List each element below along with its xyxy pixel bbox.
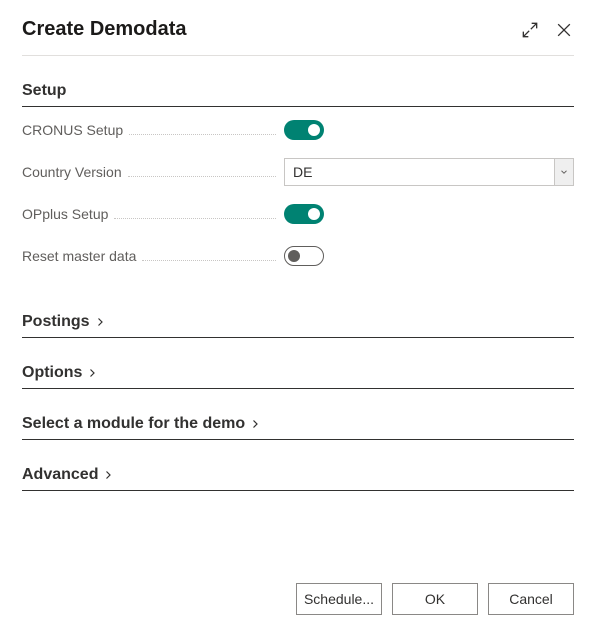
header-divider <box>22 55 574 56</box>
section-postings-label: Postings <box>22 313 90 331</box>
header-icons <box>520 20 574 40</box>
section-postings[interactable]: Postings <box>22 313 574 338</box>
section-advanced[interactable]: Advanced <box>22 466 574 491</box>
dialog-content: Setup CRONUS Setup Country Version DE OP… <box>0 82 596 491</box>
dialog-title: Create Demodata <box>22 18 187 41</box>
expand-icon[interactable] <box>520 20 540 40</box>
reset-master-data-toggle[interactable] <box>284 246 324 266</box>
country-version-label: Country Version <box>22 164 122 180</box>
schedule-button[interactable]: Schedule... <box>296 583 382 615</box>
opplus-setup-label: OPplus Setup <box>22 206 108 222</box>
opplus-setup-toggle[interactable] <box>284 204 324 224</box>
chevron-right-icon <box>249 418 261 430</box>
field-country-version: Country Version DE <box>22 153 574 191</box>
section-options-label: Options <box>22 364 82 382</box>
field-reset-master-data: Reset master data <box>22 237 574 275</box>
cronus-setup-toggle[interactable] <box>284 120 324 140</box>
chevron-right-icon <box>102 469 114 481</box>
dialog-header: Create Demodata <box>0 0 596 55</box>
close-icon[interactable] <box>554 20 574 40</box>
chevron-down-icon[interactable] <box>554 158 574 186</box>
field-cronus-setup: CRONUS Setup <box>22 111 574 149</box>
country-version-value[interactable]: DE <box>284 158 574 186</box>
cancel-button[interactable]: Cancel <box>488 583 574 615</box>
chevron-right-icon <box>94 316 106 328</box>
country-version-select[interactable]: DE <box>284 158 574 186</box>
section-advanced-label: Advanced <box>22 466 98 484</box>
ok-button[interactable]: OK <box>392 583 478 615</box>
chevron-right-icon <box>86 367 98 379</box>
section-select-module[interactable]: Select a module for the demo <box>22 415 574 440</box>
reset-master-data-label: Reset master data <box>22 248 136 264</box>
dialog-footer: Schedule... OK Cancel <box>296 583 574 615</box>
section-select-module-label: Select a module for the demo <box>22 415 245 433</box>
section-options[interactable]: Options <box>22 364 574 389</box>
cronus-setup-label: CRONUS Setup <box>22 122 123 138</box>
section-setup-label: Setup <box>22 82 66 100</box>
field-opplus-setup: OPplus Setup <box>22 195 574 233</box>
section-setup: Setup <box>22 82 574 107</box>
